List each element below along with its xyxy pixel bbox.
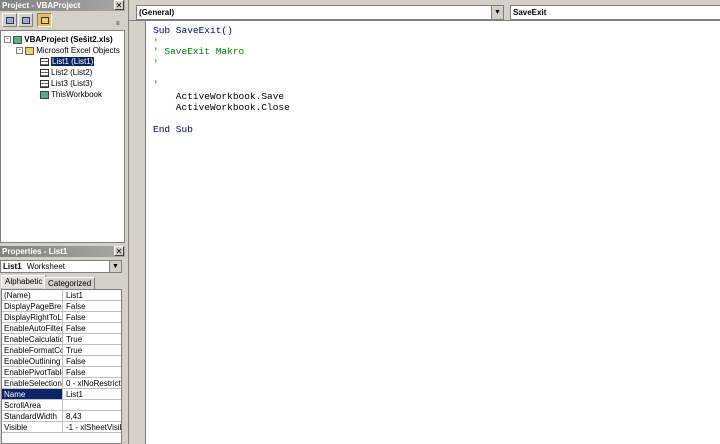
tree-node-list2[interactable]: List2 (List2) [40, 67, 92, 78]
tree-label: Microsoft Excel Objects [36, 46, 120, 55]
tree-node-thisworkbook[interactable]: ThisWorkbook [40, 89, 102, 100]
tree-node-list3[interactable]: List3 (List3) [40, 78, 92, 89]
code-line[interactable]: ' [153, 79, 159, 91]
property-value[interactable]: False [64, 301, 121, 311]
properties-title: Properties - List1 [0, 246, 125, 257]
property-row[interactable]: Visible -1 - xlSheetVisib [2, 422, 121, 433]
code-line[interactable]: ' SaveExit Makro [153, 46, 244, 58]
property-row[interactable]: EnableAutoFilter False [2, 323, 121, 334]
property-name: EnableFormatCon [4, 345, 63, 355]
property-value[interactable]: False [64, 356, 121, 366]
property-name: (Name) [2, 290, 63, 300]
property-row[interactable]: EnableFormatCon True [2, 345, 121, 356]
property-value[interactable]: False [64, 323, 121, 333]
project-explorer-title: Project - VBAProject [0, 0, 125, 11]
view-object-icon [22, 17, 30, 24]
property-row[interactable]: ScrollArea [2, 400, 121, 411]
view-code-button[interactable] [2, 13, 17, 27]
tree-node-excel-objects[interactable]: - Microsoft Excel Objects [16, 45, 120, 56]
property-value[interactable]: True [64, 345, 121, 355]
property-value[interactable]: True [64, 334, 121, 344]
project-close-button[interactable]: ✕ [114, 0, 124, 10]
property-row[interactable]: EnableOutlining False [2, 356, 121, 367]
property-row[interactable]: EnablePivotTable False [2, 367, 121, 378]
property-name: EnableCalculation [4, 334, 63, 344]
code-line[interactable]: ActiveWorkbook.Close [153, 102, 290, 114]
property-row-selected[interactable]: Name List1 [2, 389, 121, 400]
property-row[interactable]: DisplayRightToLef False [2, 312, 121, 323]
folder-icon [25, 46, 35, 55]
procedure-combo[interactable]: SaveExit [510, 5, 720, 20]
folder-icon [41, 17, 49, 24]
tree-label: List2 (List2) [51, 68, 93, 77]
code-line[interactable]: End Sub [153, 124, 193, 136]
view-object-button[interactable] [18, 13, 33, 27]
property-name: EnableOutlining [2, 356, 63, 366]
property-name: Name [2, 389, 63, 399]
project-explorer-titlebar: Project - VBAProject ✕ [0, 0, 125, 11]
property-name: Visible [2, 422, 63, 432]
property-value[interactable]: False [64, 367, 121, 377]
object-type: Worksheet [26, 262, 65, 271]
property-row[interactable]: StandardWidth 8,43 [2, 411, 121, 422]
tab-alphabetic[interactable]: Alphabetic [1, 275, 47, 288]
property-name: ScrollArea [2, 400, 63, 410]
tree-label: List3 (List3) [51, 79, 93, 88]
properties-close-button[interactable]: ✕ [114, 246, 124, 256]
code-editor[interactable]: Sub SaveExit() ' ' SaveExit Makro ' ' Ac… [146, 21, 720, 444]
tree-label: VBAProject (Sešit2.xls) [24, 35, 113, 44]
property-value[interactable]: False [64, 312, 121, 322]
property-name: DisplayPageBreak [4, 301, 63, 311]
sheet-icon [40, 79, 49, 88]
view-code-icon [6, 17, 14, 24]
tree-node-list1[interactable]: List1 (List1) [40, 56, 95, 67]
tree-node-vbaproject[interactable]: - VBAProject (Sešit2.xls) [4, 34, 113, 45]
collapse-icon[interactable]: - [4, 36, 11, 44]
sheet-icon [40, 68, 49, 77]
object-combo-value: (General) [139, 8, 175, 17]
property-row[interactable]: (Name) List1 [2, 290, 121, 301]
property-row[interactable]: EnableSelection 0 - xlNoRestrictio [2, 378, 121, 389]
tree-label: ThisWorkbook [51, 90, 102, 99]
object-selector[interactable]: List1 Worksheet ▼ [0, 260, 122, 273]
project-icon [13, 35, 23, 44]
collapse-icon[interactable]: - [16, 47, 23, 55]
chevron-down-icon[interactable]: ▼ [491, 6, 503, 19]
chevron-down-icon[interactable]: ▼ [109, 261, 121, 272]
property-row[interactable]: DisplayPageBreakFalse [2, 301, 121, 312]
object-name: List1 [3, 262, 22, 271]
property-name: EnableAutoFilter [4, 323, 63, 333]
property-value[interactable]: 0 - xlNoRestrictio [64, 378, 121, 388]
property-value[interactable]: List1 [64, 389, 121, 399]
project-tree: - VBAProject (Sešit2.xls) - Microsoft Ex… [0, 30, 125, 243]
code-margin-indicator-bar[interactable] [129, 21, 146, 444]
property-name: StandardWidth [2, 411, 63, 421]
property-value[interactable]: List1 [64, 290, 121, 300]
toggle-folders-button[interactable] [37, 13, 52, 27]
toolbar-overflow-icon[interactable]: ≡ [116, 20, 123, 28]
property-name: EnablePivotTable [4, 367, 63, 377]
property-name: EnableSelection [4, 378, 63, 388]
code-line[interactable]: ' [153, 58, 159, 70]
property-value[interactable]: 8,43 [64, 411, 121, 421]
workbook-icon [40, 90, 49, 99]
properties-titlebar: Properties - List1 ✕ [0, 246, 125, 257]
code-line[interactable]: Sub SaveExit() [153, 25, 233, 37]
object-combo[interactable]: (General) ▼ [136, 5, 504, 20]
sheet-icon [40, 57, 49, 66]
tab-categorized[interactable]: Categorized [44, 277, 96, 289]
property-name: DisplayRightToLef [4, 312, 63, 322]
property-row[interactable]: EnableCalculation True [2, 334, 121, 345]
tree-label: List1 (List1) [51, 57, 95, 66]
properties-grid: (Name)List1 DisplayPageBreakFalse Displa… [1, 289, 122, 444]
property-value[interactable]: -1 - xlSheetVisib [64, 422, 121, 432]
property-value[interactable] [64, 400, 121, 410]
procedure-combo-value: SaveExit [513, 8, 547, 17]
